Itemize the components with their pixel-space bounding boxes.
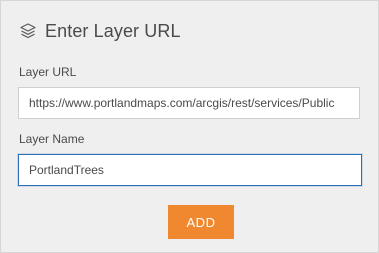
add-button[interactable]: ADD bbox=[168, 205, 234, 239]
layers-icon bbox=[19, 22, 37, 40]
add-layer-panel: Enter Layer URL Layer URL Layer Name ADD bbox=[0, 0, 379, 253]
layer-url-input[interactable] bbox=[18, 87, 360, 119]
panel-title: Enter Layer URL bbox=[45, 20, 181, 41]
panel-header: Enter Layer URL bbox=[19, 19, 181, 43]
layer-url-label: Layer URL bbox=[19, 65, 77, 79]
layer-name-input[interactable] bbox=[18, 154, 362, 186]
layer-name-label: Layer Name bbox=[19, 132, 85, 146]
